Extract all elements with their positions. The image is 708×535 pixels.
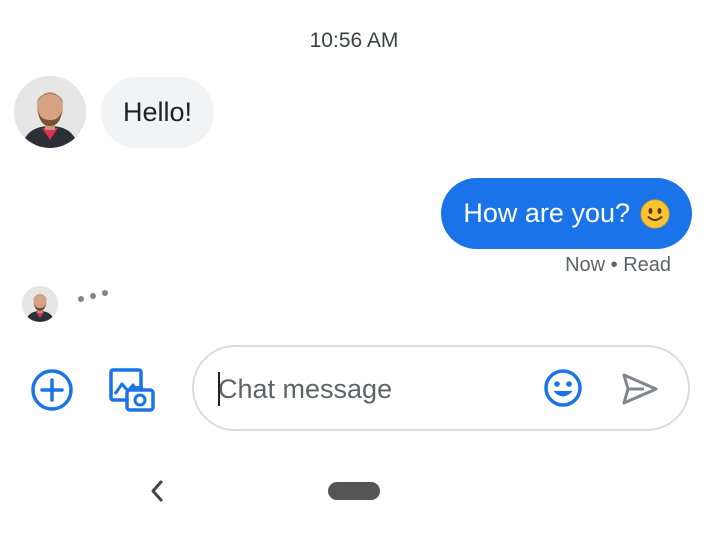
text-cursor	[218, 372, 220, 406]
incoming-message-bubble[interactable]: Hello!	[101, 77, 215, 148]
emoji-icon[interactable]	[540, 365, 586, 411]
back-chevron-icon[interactable]	[146, 478, 168, 504]
contact-avatar[interactable]	[14, 76, 86, 148]
outgoing-message-bubble[interactable]: How are you?	[441, 178, 692, 249]
home-pill[interactable]	[328, 482, 380, 500]
compose-field-container[interactable]	[192, 345, 690, 431]
chat-message-input[interactable]	[218, 369, 518, 409]
typing-dots-icon	[78, 288, 112, 302]
add-circle-icon[interactable]	[28, 366, 76, 414]
avatar-image	[14, 76, 86, 148]
outgoing-message-text: How are you?	[463, 198, 630, 228]
slightly-smiling-face-icon	[640, 199, 670, 229]
message-timestamp: 10:56 AM	[309, 29, 399, 52]
gallery-camera-icon[interactable]	[107, 366, 155, 414]
read-receipt: Now • Read	[565, 254, 671, 276]
send-icon[interactable]	[618, 367, 662, 411]
avatar-image	[22, 286, 58, 322]
contact-avatar-small[interactable]	[22, 286, 58, 322]
